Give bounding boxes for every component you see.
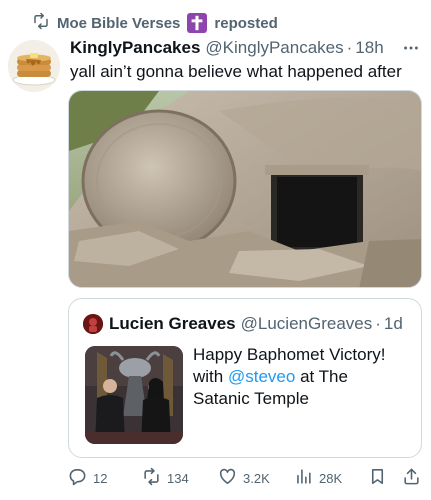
reply-icon	[68, 467, 87, 489]
bar-chart-icon	[294, 467, 313, 489]
like-count: 3.2K	[243, 470, 270, 486]
baphomet-statue-photo-icon	[85, 346, 183, 444]
separator-dot: ·	[346, 38, 353, 57]
tweet-media-image[interactable]	[68, 90, 422, 288]
quoted-timestamp[interactable]: 1d	[384, 314, 403, 334]
quoted-media-thumbnail[interactable]	[85, 346, 183, 444]
tweet-text: yall ain’t gonna believe what happened a…	[70, 62, 402, 81]
bookmark-button[interactable]	[368, 466, 387, 490]
repost-indicator[interactable]: Moe Bible Verses reposted	[32, 12, 278, 34]
pancake-stack-icon	[8, 40, 60, 92]
quoted-text-line-1: Happy Baphomet Victory!	[193, 345, 386, 364]
repost-count: 134	[167, 470, 189, 486]
author-handle[interactable]: @KinglyPancakes	[205, 38, 343, 58]
latin-cross-icon	[187, 13, 208, 33]
like-button[interactable]: 3.2K	[218, 466, 270, 490]
repost-icon	[32, 12, 50, 34]
mention-link[interactable]: @steveo	[228, 367, 295, 386]
separator-dot: ·	[375, 314, 381, 333]
repost-icon	[142, 467, 161, 489]
stone-tomb-photo-icon	[69, 91, 421, 287]
view-count: 28K	[319, 470, 343, 486]
quoted-tweet-text: Happy Baphomet Victory! with @steveo at …	[193, 344, 413, 410]
heart-icon	[218, 467, 237, 489]
more-options-icon[interactable]	[401, 38, 421, 58]
author-name[interactable]: KinglyPancakes	[70, 38, 200, 58]
views-button[interactable]: 28K	[294, 466, 342, 490]
post-timestamp[interactable]: 18h	[355, 38, 383, 58]
quoted-author-avatar[interactable]	[83, 314, 103, 334]
quoted-tweet[interactable]: Lucien Greaves @LucienGreaves · 1d Happy…	[68, 298, 422, 458]
quoted-tweet-header: Lucien Greaves @LucienGreaves · 1d	[83, 313, 413, 335]
quoted-text-with: with	[193, 367, 224, 386]
repost-button[interactable]: 134	[142, 466, 189, 490]
repost-suffix: reposted	[214, 14, 278, 32]
bookmark-icon	[368, 467, 387, 489]
tweet-actions-bar: 12 134 3.2K 28K	[68, 466, 422, 490]
reply-button[interactable]: 12	[68, 466, 107, 490]
quoted-author-name[interactable]: Lucien Greaves	[109, 314, 236, 334]
quoted-author-handle[interactable]: @LucienGreaves	[241, 314, 373, 334]
reposter-name[interactable]: Moe Bible Verses	[57, 15, 180, 32]
quoted-text-after: at The	[300, 367, 348, 386]
reply-count: 12	[93, 470, 108, 486]
quoted-text-line-3: Satanic Temple	[193, 389, 309, 408]
quoted-text-line-2: with @steveo at The	[193, 366, 413, 388]
tweet-header: KinglyPancakes @KinglyPancakes · 18h	[70, 36, 421, 60]
share-icon	[402, 467, 421, 489]
avatar[interactable]	[8, 40, 60, 92]
share-button[interactable]	[402, 466, 421, 490]
